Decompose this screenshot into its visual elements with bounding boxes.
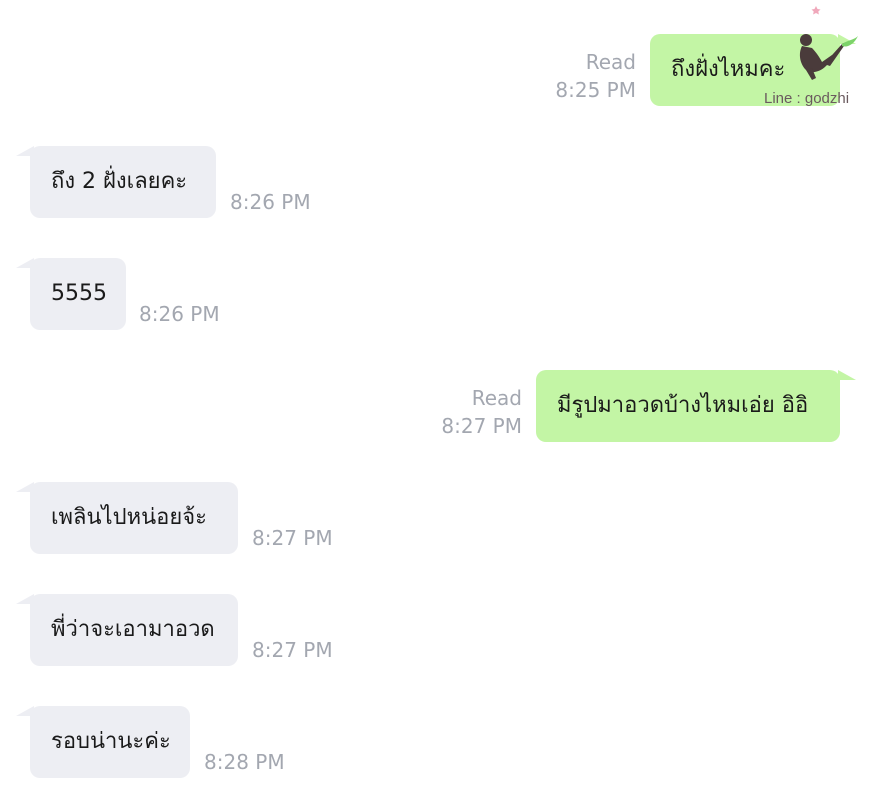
watermark-logo: Line : godzhi (762, 4, 872, 112)
read-receipt: Read (585, 50, 636, 74)
watermark-text: Line : godzhi (764, 90, 850, 107)
message-time: 8:28 PM (204, 750, 285, 774)
message-time: 8:26 PM (230, 190, 311, 214)
message-time: 8:25 PM (555, 78, 636, 102)
message-bubble[interactable]: พี่ว่าจะเอามาอวด (30, 594, 238, 666)
bubble-tail (838, 370, 856, 380)
moon-figure-icon (795, 6, 858, 88)
message-bubble[interactable]: ถึง 2 ฝั่งเลยคะ (30, 146, 216, 218)
message-bubble[interactable]: มีรูปมาอวดบ้างไหมเอ่ย อิอิ (536, 370, 840, 442)
message-time: 8:27 PM (252, 526, 333, 550)
message-bubble[interactable]: เพลินไปหน่อยจ้ะ (30, 482, 238, 554)
read-receipt: Read (471, 386, 522, 410)
message-bubble[interactable]: รอบน่านะค่ะ (30, 706, 190, 778)
message-bubble[interactable]: 5555 (30, 258, 126, 330)
message-time: 8:27 PM (441, 414, 522, 438)
message-time: 8:27 PM (252, 638, 333, 662)
message-time: 8:26 PM (139, 302, 220, 326)
